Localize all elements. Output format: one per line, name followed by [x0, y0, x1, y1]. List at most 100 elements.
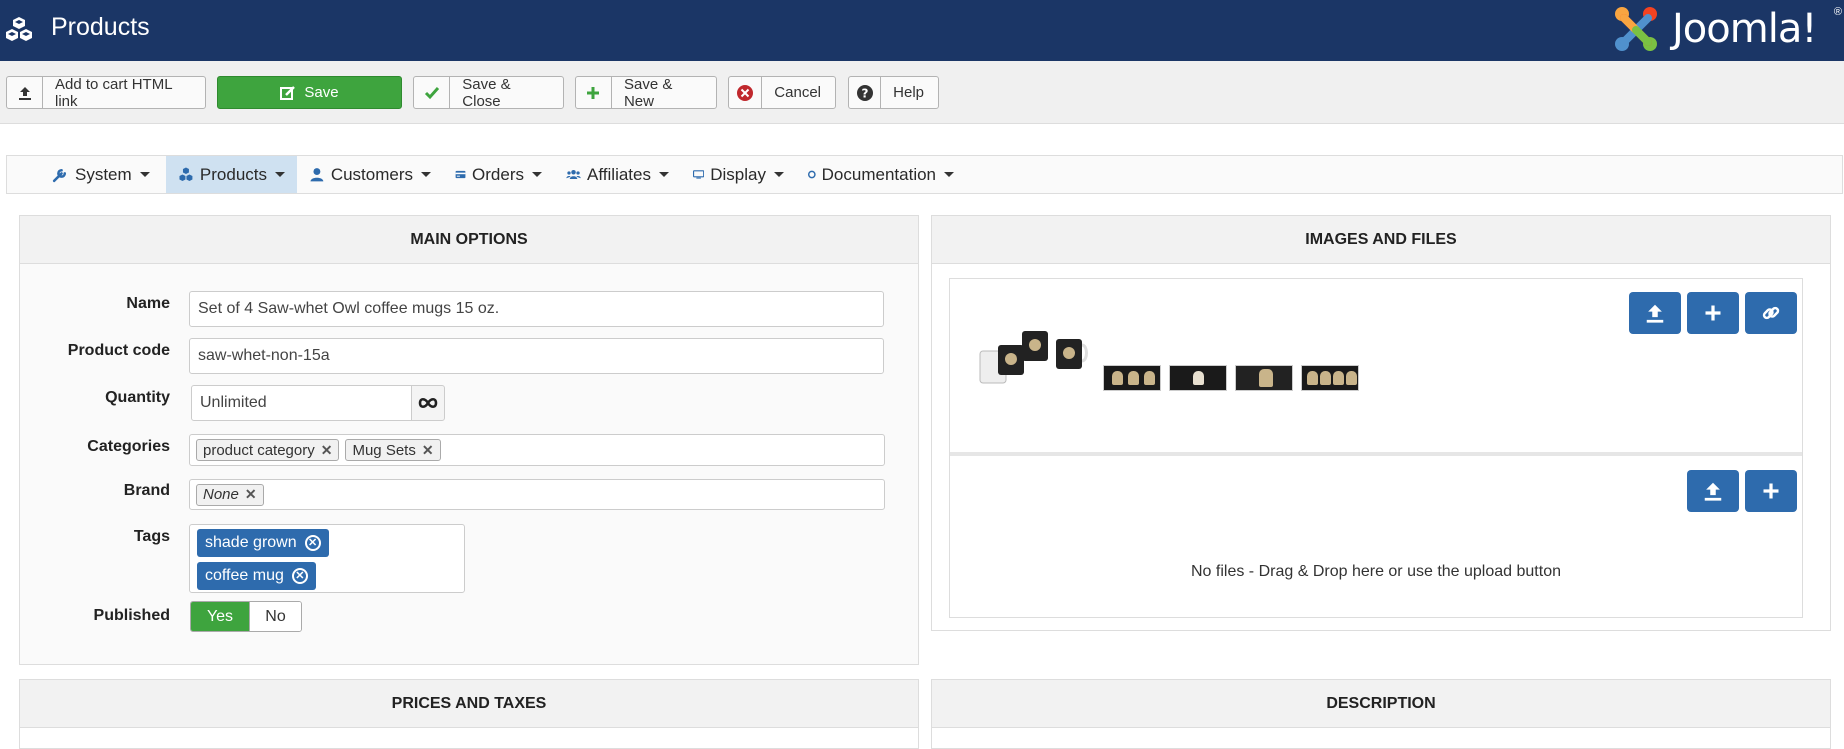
plus-icon [1763, 483, 1779, 499]
tags-input[interactable]: shade grown ✕ coffee mug ✕ [189, 524, 465, 593]
link-icon [1762, 306, 1780, 320]
remove-tag-icon[interactable]: ✕ [245, 486, 257, 503]
chevron-down-icon [139, 172, 150, 177]
product-image-thumbnail[interactable] [1103, 365, 1161, 391]
images-files-panel: IMAGES AND FILES No files - Drag & Drop … [931, 215, 1831, 631]
nav-affiliates[interactable]: Affiliates [554, 156, 681, 193]
nav-affiliates-label: Affiliates [587, 164, 651, 184]
nav-orders[interactable]: Orders [443, 156, 554, 193]
save-close-label: Save & Close [462, 75, 511, 110]
chevron-down-icon [659, 172, 669, 177]
brand-tag: None ✕ [196, 483, 264, 506]
chevron-down-icon [774, 172, 784, 177]
mugs-photo-icon [979, 331, 1088, 384]
users-group-icon [566, 169, 581, 180]
nav-documentation-label: Documentation [821, 164, 936, 184]
page-title: Products [51, 13, 150, 41]
dropzone-divider [950, 452, 1802, 456]
add-to-cart-link-button[interactable]: Add to cart HTML link [6, 76, 206, 110]
product-code-value: saw-whet-non-15a [198, 347, 330, 364]
save-new-button[interactable]: Save & New [575, 75, 717, 110]
prices-taxes-panel: PRICES AND TAXES [19, 679, 919, 749]
product-code-label: Product code [67, 342, 170, 359]
svg-text:?: ? [861, 86, 868, 100]
add-file-button[interactable] [1745, 470, 1797, 512]
product-image-thumbnail[interactable] [1169, 365, 1227, 391]
nav-display[interactable]: Display [681, 156, 796, 193]
nav-products[interactable]: Products [166, 156, 297, 193]
category-tag-label: product category [203, 441, 315, 459]
chevron-down-icon [421, 172, 431, 177]
remove-tag-icon[interactable]: ✕ [304, 535, 321, 551]
question-circle-icon: ? [849, 77, 882, 108]
toolbar: Add to cart HTML link Save Save & Close … [0, 61, 1844, 124]
nav-display-label: Display [710, 164, 766, 184]
chevron-down-icon [275, 172, 285, 177]
category-tag: Mug Sets ✕ [345, 439, 441, 461]
category-tag: product category ✕ [196, 439, 340, 461]
image-link-button[interactable] [1745, 292, 1797, 334]
published-yes-option[interactable]: Yes [191, 602, 249, 631]
categories-input[interactable]: product category ✕ Mug Sets ✕ [189, 434, 885, 466]
prices-taxes-heading: PRICES AND TAXES [20, 680, 918, 728]
add-image-button[interactable] [1687, 292, 1739, 334]
nav-customers[interactable]: Customers [297, 156, 443, 193]
product-image-thumbnail[interactable] [1301, 365, 1359, 391]
published-label: Published [93, 607, 170, 624]
remove-tag-icon[interactable]: ✕ [321, 442, 333, 459]
tag-chip-label: shade grown [205, 534, 297, 551]
product-image-thumbnail[interactable] [978, 327, 1090, 397]
categories-label: Categories [87, 438, 170, 455]
credit-card-icon [455, 170, 466, 179]
cubes-icon [6, 17, 32, 41]
name-label: Name [126, 295, 170, 312]
quantity-value: Unlimited [200, 394, 267, 411]
save-button[interactable]: Save [217, 76, 402, 109]
tag-chip: shade grown ✕ [197, 529, 329, 557]
remove-tag-icon[interactable]: ✕ [422, 442, 434, 459]
wrench-icon [52, 168, 67, 183]
tag-chip: coffee mug ✕ [197, 562, 316, 590]
main-options-panel: MAIN OPTIONS Name Set of 4 Saw-whet Owl … [19, 215, 919, 665]
unlimited-toggle-button[interactable] [411, 385, 445, 421]
save-close-button[interactable]: Save & Close [413, 75, 564, 110]
upload-icon [1646, 304, 1664, 323]
joomla-logo[interactable]: Joomla! ® [1604, 2, 1844, 58]
plus-icon [1705, 305, 1721, 321]
published-no-option[interactable]: No [249, 602, 301, 631]
brand-input[interactable]: None ✕ [189, 479, 885, 510]
help-label: Help [893, 84, 924, 101]
name-input[interactable]: Set of 4 Saw-whet Owl coffee mugs 15 oz. [189, 291, 884, 327]
nav-system-label: System [75, 164, 132, 184]
main-options-heading: MAIN OPTIONS [20, 216, 918, 264]
checkmark-icon [414, 77, 451, 108]
product-image-thumbnail[interactable] [1235, 365, 1293, 391]
upload-icon [1704, 482, 1722, 501]
help-button[interactable]: ? Help [848, 76, 939, 109]
cancel-label: Cancel [774, 84, 821, 101]
product-code-input[interactable]: saw-whet-non-15a [189, 338, 884, 374]
nav-documentation[interactable]: Documentation [796, 156, 966, 193]
description-heading: DESCRIPTION [932, 680, 1830, 728]
no-files-message: No files - Drag & Drop here or use the u… [1191, 563, 1561, 580]
page-header: Products Joomla! ® [0, 0, 1844, 61]
upload-file-button[interactable] [1687, 470, 1739, 512]
chevron-down-icon [532, 172, 542, 177]
quantity-label: Quantity [105, 389, 170, 406]
quantity-input[interactable]: Unlimited [191, 385, 412, 421]
joomla-emblem-icon [1615, 7, 1657, 51]
media-dropzone[interactable]: No files - Drag & Drop here or use the u… [949, 278, 1803, 618]
user-icon [310, 168, 324, 182]
nav-system[interactable]: System [40, 156, 166, 193]
save-new-label: Save & New [623, 75, 673, 110]
monitor-icon [693, 170, 705, 179]
edit-icon [280, 77, 304, 108]
chevron-down-icon [944, 172, 954, 177]
nav-products-label: Products [199, 164, 267, 184]
remove-tag-icon[interactable]: ✕ [291, 568, 308, 584]
infinity-icon [418, 397, 438, 409]
upload-icon [7, 77, 44, 108]
save-label: Save [304, 84, 339, 101]
cancel-button[interactable]: Cancel [728, 76, 836, 109]
upload-image-button[interactable] [1629, 292, 1681, 334]
